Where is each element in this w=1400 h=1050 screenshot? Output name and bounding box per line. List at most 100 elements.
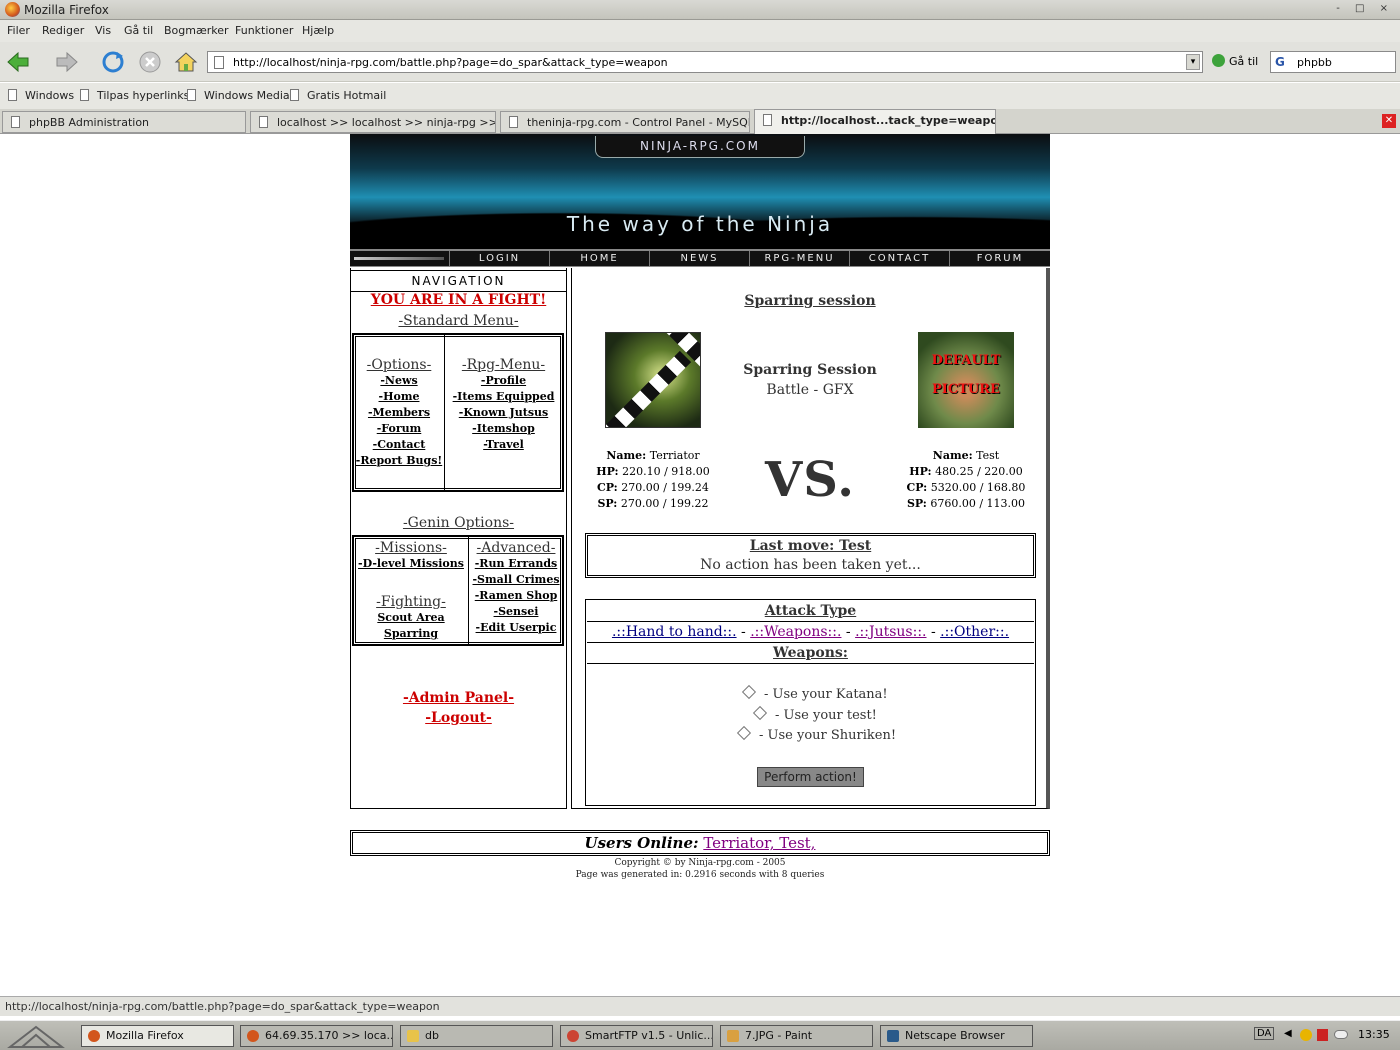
player1-hp: 220.10 / 918.00 — [622, 465, 710, 478]
player2-stats: Name: Test HP: 480.25 / 220.00 CP: 5320.… — [906, 449, 1026, 510]
bookmark-windows[interactable]: Windows — [8, 89, 74, 102]
tray-arrow-icon[interactable]: ◀ — [1284, 1028, 1292, 1039]
menu-funktioner[interactable]: Funktioner — [235, 24, 293, 37]
home-icon[interactable] — [174, 50, 198, 74]
menu-link-small-crimes[interactable]: -Small Crimes — [469, 572, 563, 588]
task-localhost[interactable]: 64.69.35.170 >> loca... — [240, 1025, 393, 1047]
menu-link-home[interactable]: -Home — [354, 389, 444, 405]
google-icon[interactable]: G — [1275, 55, 1285, 69]
window-controls[interactable]: - □ × — [1336, 3, 1394, 14]
menu-link-known-jutsus[interactable]: -Known Jutsus — [445, 405, 562, 421]
go-button[interactable]: Gå til — [1212, 54, 1258, 68]
menu-link-contact[interactable]: -Contact — [354, 437, 444, 453]
start-button-icon[interactable] — [6, 1023, 66, 1049]
forward-icon[interactable] — [55, 50, 79, 74]
cloud-icon[interactable] — [1334, 1030, 1348, 1039]
admin-panel-link[interactable]: -Admin Panel- — [350, 688, 567, 708]
tab-phpbb[interactable]: phpBB Administration — [2, 111, 246, 133]
network-icon[interactable] — [1300, 1029, 1312, 1041]
url-dropdown-icon[interactable]: ▾ — [1186, 54, 1200, 70]
nav-login[interactable]: LOGIN — [450, 251, 550, 266]
last-move-title: Last move: Test — [749, 538, 872, 554]
attack-type-hand[interactable]: .::Hand to hand::. — [612, 624, 737, 640]
task-smartftp[interactable]: SmartFTP v1.5 - Unlic... — [560, 1025, 713, 1047]
radio-button[interactable] — [752, 705, 768, 721]
perform-action-button[interactable]: Perform action! — [757, 767, 864, 787]
attack-type-weapons[interactable]: .::Weapons::. — [750, 624, 841, 640]
copyright: Copyright © by Ninja-rpg.com - 2005 Page… — [350, 857, 1050, 881]
menu-link-travel[interactable]: -Travel — [445, 437, 562, 453]
bookmark-hotmail[interactable]: Gratis Hotmail — [290, 89, 386, 102]
shield-icon[interactable] — [1317, 1029, 1328, 1041]
task-paint[interactable]: 7.JPG - Paint — [720, 1025, 873, 1047]
task-db[interactable]: db — [400, 1025, 553, 1047]
url-text[interactable]: http://localhost/ninja-rpg.com/battle.ph… — [233, 56, 668, 69]
menu-vis[interactable]: Vis — [95, 24, 111, 37]
search-box[interactable]: G phpbb — [1270, 51, 1396, 73]
menu-link-edit-userpic[interactable]: -Edit Userpic — [469, 620, 563, 636]
menu-rediger[interactable]: Rediger — [42, 24, 84, 37]
player2-name: Test — [976, 449, 1000, 462]
weapon-option-shuriken[interactable]: - Use your Shuriken! — [736, 725, 896, 743]
menu-link-sensei[interactable]: -Sensei — [469, 604, 563, 620]
search-input[interactable]: phpbb — [1297, 56, 1332, 69]
radio-button[interactable] — [741, 684, 757, 700]
tab-battle[interactable]: http://localhost...tack_type=weapon — [754, 109, 996, 134]
url-bar[interactable]: http://localhost/ninja-rpg.com/battle.ph… — [207, 51, 1203, 73]
nav-news[interactable]: NEWS — [650, 251, 750, 266]
player2-hp: 480.25 / 220.00 — [935, 465, 1023, 478]
menu-filer[interactable]: Filer — [7, 24, 30, 37]
menu-link-news[interactable]: -News — [354, 373, 444, 389]
tab-control-panel[interactable]: theninja-rpg.com - Control Panel - MySQL… — [500, 111, 750, 133]
menu-link-forum[interactable]: -Forum — [354, 421, 444, 437]
fight-notice-link[interactable]: YOU ARE IN A FIGHT! — [350, 292, 567, 308]
smartftp-icon — [567, 1030, 579, 1042]
menu-link-ramen-shop[interactable]: -Ramen Shop — [469, 588, 563, 604]
default-picture-text: DEFAULT PICTURE — [931, 353, 1001, 397]
back-icon[interactable] — [6, 50, 30, 74]
bookmark-windows-media[interactable]: Windows Media — [187, 89, 290, 102]
task-netscape[interactable]: Netscape Browser — [880, 1025, 1033, 1047]
nav-home[interactable]: HOME — [550, 251, 650, 266]
menu-bar: Filer Rediger Vis Gå til Bogmærker Funkt… — [0, 20, 1400, 42]
nav-forum[interactable]: FORUM — [950, 251, 1050, 266]
language-indicator[interactable]: DA — [1254, 1027, 1275, 1040]
tab-localhost[interactable]: localhost >> localhost >> ninja-rpg >> .… — [250, 111, 496, 133]
menu-link-profile[interactable]: -Profile — [445, 373, 562, 389]
player1-stats: Name: Terriator HP: 220.10 / 918.00 CP: … — [596, 449, 710, 510]
nav-contact[interactable]: CONTACT — [850, 251, 950, 266]
page-icon — [80, 89, 89, 101]
attack-type-other[interactable]: .::Other::. — [940, 624, 1009, 640]
page-icon — [763, 114, 772, 126]
nav-rpg-menu[interactable]: RPG-MENU — [750, 251, 850, 266]
top-navigation: LOGIN HOME NEWS RPG-MENU CONTACT FORUM — [350, 249, 1050, 267]
menu-link-sparring[interactable]: Sparring — [354, 626, 468, 642]
menu-link-scout-area[interactable]: Scout Area — [354, 610, 468, 626]
menu-gaa-til[interactable]: Gå til — [124, 24, 153, 37]
menu-link-items-equipped[interactable]: -Items Equipped — [445, 389, 562, 405]
radio-button[interactable] — [736, 725, 752, 741]
reload-icon[interactable] — [101, 50, 125, 74]
missions-title: -Missions- — [375, 540, 447, 556]
bookmark-tilpas[interactable]: Tilpas hyperlinks — [80, 89, 189, 102]
logout-link[interactable]: -Logout- — [350, 708, 567, 728]
folder-icon — [407, 1030, 419, 1042]
attack-type-jutsus[interactable]: .::Jutsus::. — [855, 624, 926, 640]
stop-icon[interactable] — [138, 50, 162, 74]
menu-link-report-bugs[interactable]: -Report Bugs! — [354, 453, 444, 469]
weapon-option-katana[interactable]: - Use your Katana! — [741, 684, 888, 702]
menu-link-d-level-missions[interactable]: -D-level Missions — [354, 556, 468, 572]
weapon-option-test[interactable]: - Use your test! — [752, 705, 877, 723]
menu-link-members[interactable]: -Members — [354, 405, 444, 421]
users-online-list[interactable]: Terriator, Test, — [703, 834, 815, 852]
menu-bogmaerker[interactable]: Bogmærker — [164, 24, 229, 37]
taskbar: Mozilla Firefox 64.69.35.170 >> loca... … — [0, 1020, 1400, 1050]
player2-sp: 6760.00 / 113.00 — [930, 497, 1026, 510]
menu-link-run-errands[interactable]: -Run Errands — [469, 556, 563, 572]
menu-link-itemshop[interactable]: -Itemshop — [445, 421, 562, 437]
close-tab-icon[interactable]: ✕ — [1382, 114, 1396, 128]
go-label: Gå til — [1229, 55, 1259, 68]
task-firefox[interactable]: Mozilla Firefox — [81, 1025, 234, 1047]
menu-hjaelp[interactable]: Hjælp — [302, 24, 334, 37]
versus-label: VS. — [765, 452, 855, 508]
